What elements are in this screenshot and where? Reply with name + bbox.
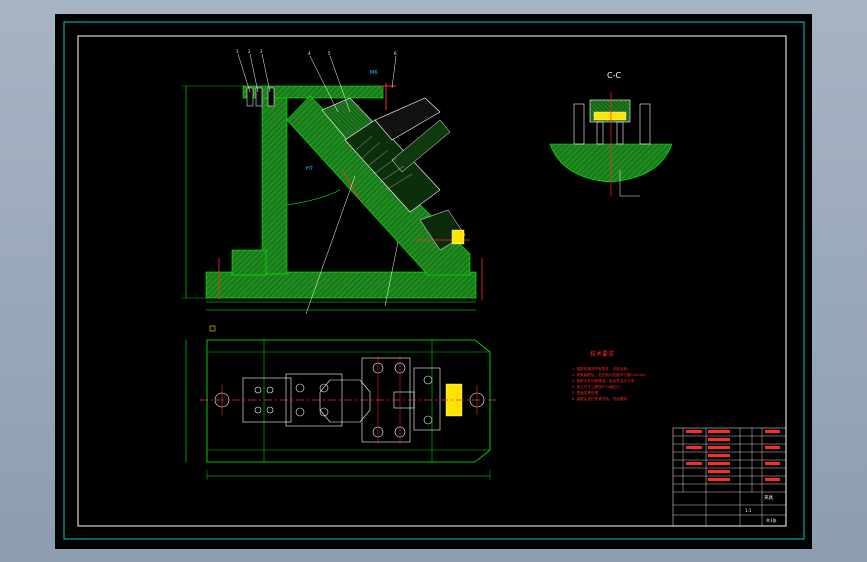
- title-block: 夹具 1:1 共1张: [672, 427, 787, 527]
- section-label: C-C: [607, 71, 621, 80]
- front-view: M6 H7 1 2 3 4 5 6: [182, 49, 483, 315]
- svg-text:5: 5: [328, 51, 331, 56]
- drawing-name: 夹具: [764, 494, 773, 501]
- drawing-sheet: M6 H7 1 2 3 4 5 6 C-C 技术要求 1. 装配前清洗所有零件，去除毛刺…: [63, 21, 805, 540]
- svg-text:2: 2: [248, 49, 251, 54]
- section-view: C-C: [549, 71, 673, 197]
- tech-req-4: 4. 未注尺寸公差按IT12级加工。: [572, 384, 624, 389]
- scale: 1:1: [745, 508, 752, 513]
- tech-req-title: 技术要求: [590, 350, 614, 358]
- svg-text:4: 4: [308, 51, 311, 56]
- svg-text:H7: H7: [306, 166, 313, 172]
- tech-req-1: 1. 装配前清洗所有零件，去除毛刺。: [572, 366, 630, 371]
- tech-req-5: 5. 表面发黑处理。: [572, 390, 602, 395]
- tech-requirements: 技术要求 1. 装配前清洗所有零件，去除毛刺。 2. 夹具装配后，定位面与底面平…: [572, 350, 649, 401]
- cad-canvas[interactable]: M6 H7 1 2 3 4 5 6 C-C 技术要求 1. 装配前清洗所有零件，去除毛刺…: [55, 14, 812, 549]
- tech-req-2: 2. 夹具装配后，定位面与底面平行度0.02mm。: [572, 372, 649, 377]
- svg-text:6: 6: [394, 51, 397, 56]
- svg-text:M6: M6: [370, 70, 378, 76]
- tech-req-3: 3. 各配合处加润滑油，运动灵活无卡滞。: [572, 378, 638, 383]
- sheet-count: 共1张: [766, 517, 777, 523]
- svg-text:3: 3: [260, 49, 263, 54]
- top-view: [185, 325, 498, 480]
- svg-text:1: 1: [236, 49, 239, 54]
- tech-req-6: 6. 装配后进行夹紧试验，符合要求。: [572, 396, 630, 401]
